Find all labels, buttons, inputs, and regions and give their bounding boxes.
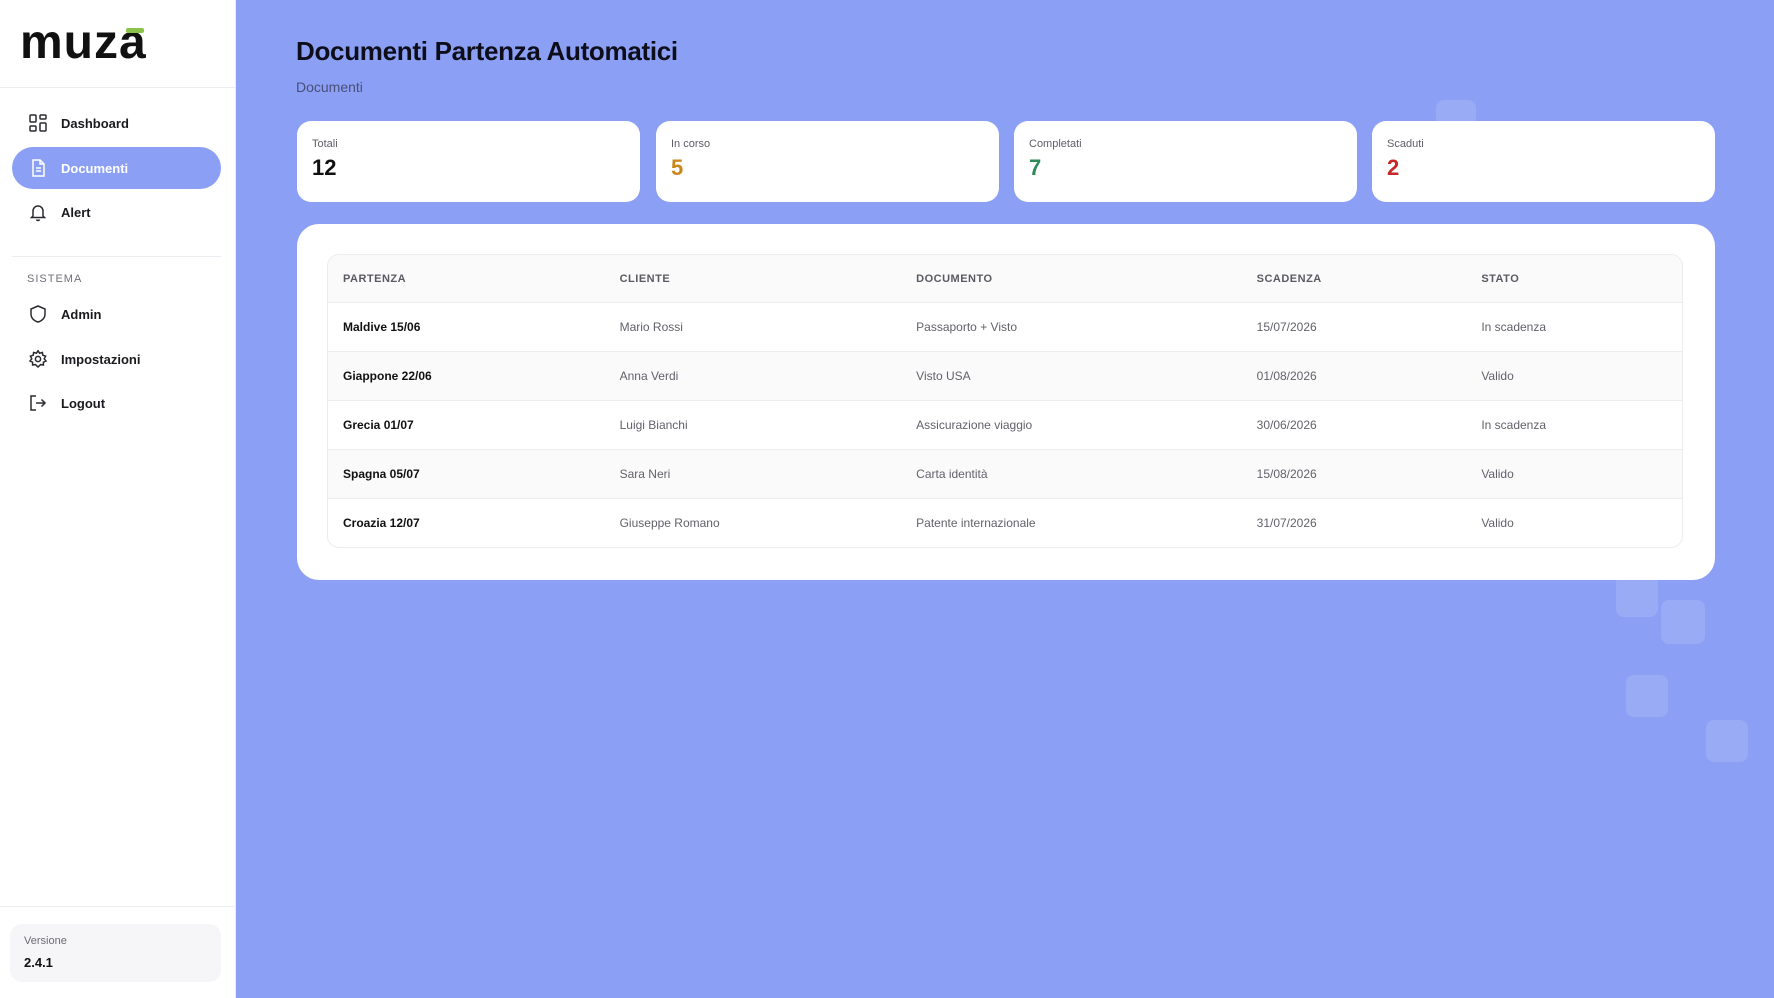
cell-partenza: Croazia 12/07 bbox=[343, 516, 420, 530]
cell-scadenza: 30/06/2026 bbox=[1256, 418, 1317, 432]
stat-card-completati: Completati 7 bbox=[1014, 121, 1357, 202]
sidebar-item-label: Alert bbox=[61, 204, 91, 220]
cell-documento: Visto USA bbox=[916, 369, 971, 383]
stat-value: 12 bbox=[312, 155, 337, 180]
cell-stato: Valido bbox=[1481, 516, 1514, 530]
app-window: muza Dashboard Documenti Alert SISTEMA A… bbox=[0, 0, 1774, 998]
sidebar-bottom-divider bbox=[0, 906, 236, 907]
cell-scadenza: 15/08/2026 bbox=[1256, 467, 1317, 481]
column-header-partenza[interactable]: PARTENZA bbox=[328, 273, 605, 285]
sidebar-item-label: Logout bbox=[61, 395, 106, 411]
stat-card-scaduti: Scaduti 2 bbox=[1372, 121, 1715, 202]
sidebar-item-logout[interactable]: Logout bbox=[12, 382, 221, 424]
sidebar-item-label: Documenti bbox=[61, 160, 129, 176]
logo-divider bbox=[0, 87, 236, 88]
main-content: Documenti Partenza Automatici Documenti … bbox=[236, 0, 1774, 998]
cell-stato: In scadenza bbox=[1481, 320, 1547, 334]
cell-partenza: Grecia 01/07 bbox=[343, 418, 414, 432]
sidebar-item-impostazioni[interactable]: Impostazioni bbox=[12, 338, 221, 380]
cell-stato: In scadenza bbox=[1481, 418, 1547, 432]
sidebar-section-label: SISTEMA bbox=[27, 273, 83, 285]
document-icon bbox=[28, 158, 48, 178]
column-header-documento[interactable]: DOCUMENTO bbox=[901, 273, 1241, 285]
cell-documento: Patente internazionale bbox=[916, 516, 1036, 530]
sidebar-item-alert[interactable]: Alert bbox=[12, 191, 221, 233]
version-value: 2.4.1 bbox=[24, 955, 53, 970]
documents-table: PARTENZA CLIENTE DOCUMENTO SCADENZA STAT… bbox=[327, 254, 1683, 548]
sidebar-item-label: Impostazioni bbox=[61, 351, 141, 367]
cell-cliente: Luigi Bianchi bbox=[619, 418, 688, 432]
version-box: Versione 2.4.1 bbox=[10, 924, 221, 982]
cell-partenza: Spagna 05/07 bbox=[343, 467, 420, 481]
cell-scadenza: 01/08/2026 bbox=[1256, 369, 1317, 383]
sidebar: muza Dashboard Documenti Alert SISTEMA A… bbox=[0, 0, 236, 998]
decorative-shape bbox=[1616, 575, 1658, 617]
decorative-shape bbox=[1626, 675, 1668, 717]
stat-value: 7 bbox=[1029, 155, 1042, 180]
cell-cliente: Giuseppe Romano bbox=[619, 516, 720, 530]
sidebar-item-documenti[interactable]: Documenti bbox=[12, 147, 221, 189]
column-header-stato[interactable]: STATO bbox=[1466, 273, 1682, 285]
stat-value: 5 bbox=[671, 155, 684, 180]
sidebar-item-dashboard[interactable]: Dashboard bbox=[12, 102, 221, 144]
cell-documento: Assicurazione viaggio bbox=[916, 418, 1033, 432]
logout-icon bbox=[28, 393, 48, 413]
cell-documento: Passaporto + Visto bbox=[916, 320, 1017, 334]
gear-icon bbox=[28, 349, 48, 369]
cell-documento: Carta identità bbox=[916, 467, 988, 481]
dashboard-grid-icon bbox=[28, 113, 48, 133]
decorative-shape bbox=[1661, 600, 1705, 644]
bell-icon bbox=[28, 202, 48, 222]
cell-scadenza: 15/07/2026 bbox=[1256, 320, 1317, 334]
stat-label: Scaduti bbox=[1387, 138, 1424, 150]
sidebar-item-label: Admin bbox=[61, 306, 102, 322]
table-row[interactable]: Spagna 05/07 Sara Neri Carta identità 15… bbox=[328, 449, 1682, 498]
sidebar-item-admin[interactable]: Admin bbox=[12, 293, 221, 335]
cell-cliente: Sara Neri bbox=[619, 467, 671, 481]
cell-stato: Valido bbox=[1481, 369, 1514, 383]
table-row[interactable]: Maldive 15/06 Mario Rossi Passaporto + V… bbox=[328, 302, 1682, 351]
decorative-shape bbox=[1706, 720, 1748, 762]
table-row[interactable]: Giappone 22/06 Anna Verdi Visto USA 01/0… bbox=[328, 351, 1682, 400]
documents-card: PARTENZA CLIENTE DOCUMENTO SCADENZA STAT… bbox=[297, 224, 1715, 580]
table-header-row: PARTENZA CLIENTE DOCUMENTO SCADENZA STAT… bbox=[328, 255, 1682, 302]
column-header-scadenza[interactable]: SCADENZA bbox=[1242, 273, 1467, 285]
svg-text:muza: muza bbox=[20, 18, 147, 68]
cell-scadenza: 31/07/2026 bbox=[1256, 516, 1317, 530]
cell-cliente: Mario Rossi bbox=[619, 320, 683, 334]
stat-card-in-corso: In corso 5 bbox=[656, 121, 999, 202]
cell-partenza: Maldive 15/06 bbox=[343, 320, 421, 334]
stat-label: In corso bbox=[671, 138, 711, 150]
breadcrumb[interactable]: Documenti bbox=[296, 79, 363, 95]
cell-partenza: Giappone 22/06 bbox=[343, 369, 432, 383]
version-label: Versione bbox=[24, 935, 67, 947]
cell-stato: Valido bbox=[1481, 467, 1514, 481]
stat-card-totali: Totali 12 bbox=[297, 121, 640, 202]
stat-value: 2 bbox=[1387, 155, 1400, 180]
muza-logo[interactable]: muza bbox=[20, 18, 200, 68]
table-row[interactable]: Croazia 12/07 Giuseppe Romano Patente in… bbox=[328, 498, 1682, 547]
cell-cliente: Anna Verdi bbox=[619, 369, 679, 383]
stat-label: Completati bbox=[1029, 138, 1082, 150]
page-title: Documenti Partenza Automatici bbox=[296, 36, 678, 66]
sidebar-divider bbox=[12, 256, 221, 257]
stat-label: Totali bbox=[312, 138, 338, 150]
shield-icon bbox=[28, 304, 48, 324]
sidebar-item-label: Dashboard bbox=[61, 115, 129, 131]
column-header-cliente[interactable]: CLIENTE bbox=[605, 273, 902, 285]
table-row[interactable]: Grecia 01/07 Luigi Bianchi Assicurazione… bbox=[328, 400, 1682, 449]
